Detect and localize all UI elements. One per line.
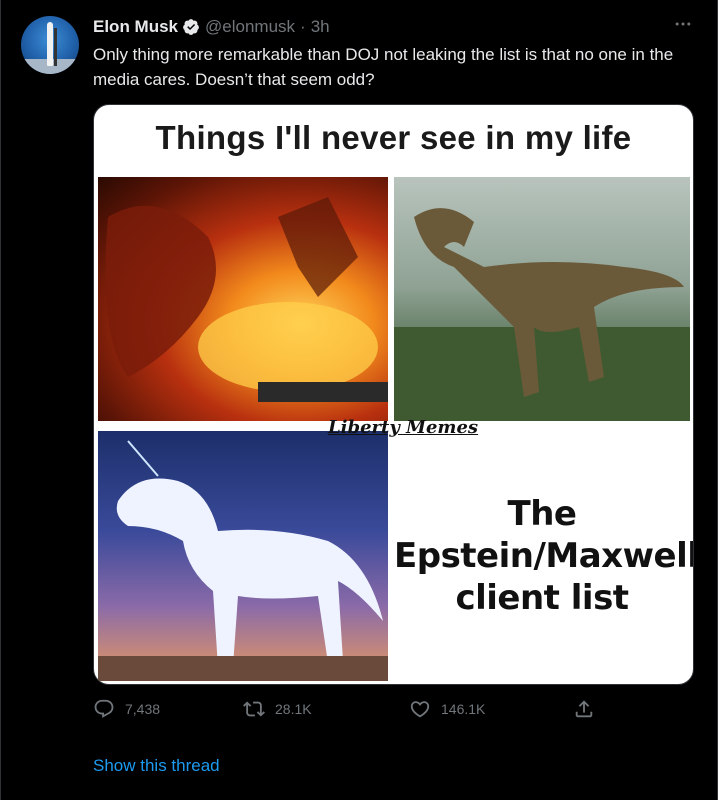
caption-line-2: Epstein/Maxwell [394, 536, 694, 576]
retweet-button[interactable]: 28.1K [243, 698, 312, 720]
avatar[interactable] [21, 16, 79, 74]
author-name[interactable]: Elon Musk [93, 17, 178, 37]
avatar-rocket [47, 22, 53, 66]
verified-icon [182, 18, 200, 36]
meme-caption: The Epstein/Maxwell client list [394, 493, 694, 619]
retweet-count: 28.1K [275, 701, 312, 717]
caption-line-3: client list [455, 578, 629, 618]
tweet-actions: 7,438 28.1K 146.1K [93, 698, 613, 728]
share-icon [575, 700, 593, 718]
like-count: 146.1K [441, 701, 486, 717]
author-handle[interactable]: @elonmusk [205, 17, 295, 37]
meme-watermark: Liberty Memes [328, 417, 479, 438]
caption-line-1: The [507, 494, 577, 534]
tweet-header: Elon Musk @elonmusk · 3h [93, 16, 330, 38]
avatar-tower [54, 28, 57, 66]
more-icon[interactable] [671, 14, 695, 34]
reply-icon [94, 699, 114, 718]
unicorn-panel [98, 431, 388, 681]
share-button[interactable] [573, 698, 605, 720]
tweet-text: Only thing more remarkable than DOJ not … [93, 45, 674, 89]
like-icon [410, 701, 430, 718]
tweet-media-image[interactable]: Things I'll never see in my life Liberty… [93, 104, 694, 685]
reply-button[interactable]: 7,438 [93, 698, 160, 720]
like-button[interactable]: 146.1K [409, 698, 485, 720]
meme-title: Things I'll never see in my life [155, 119, 632, 156]
tweet[interactable]: Elon Musk @elonmusk · 3h Only thing more… [0, 0, 718, 800]
separator: · [300, 17, 306, 36]
tweet-time[interactable]: 3h [311, 17, 330, 37]
show-thread-link[interactable]: Show this thread [93, 756, 220, 776]
reply-count: 7,438 [125, 701, 161, 717]
trex-panel [394, 177, 690, 421]
retweet-icon [243, 701, 265, 717]
dragon-panel [98, 177, 388, 421]
